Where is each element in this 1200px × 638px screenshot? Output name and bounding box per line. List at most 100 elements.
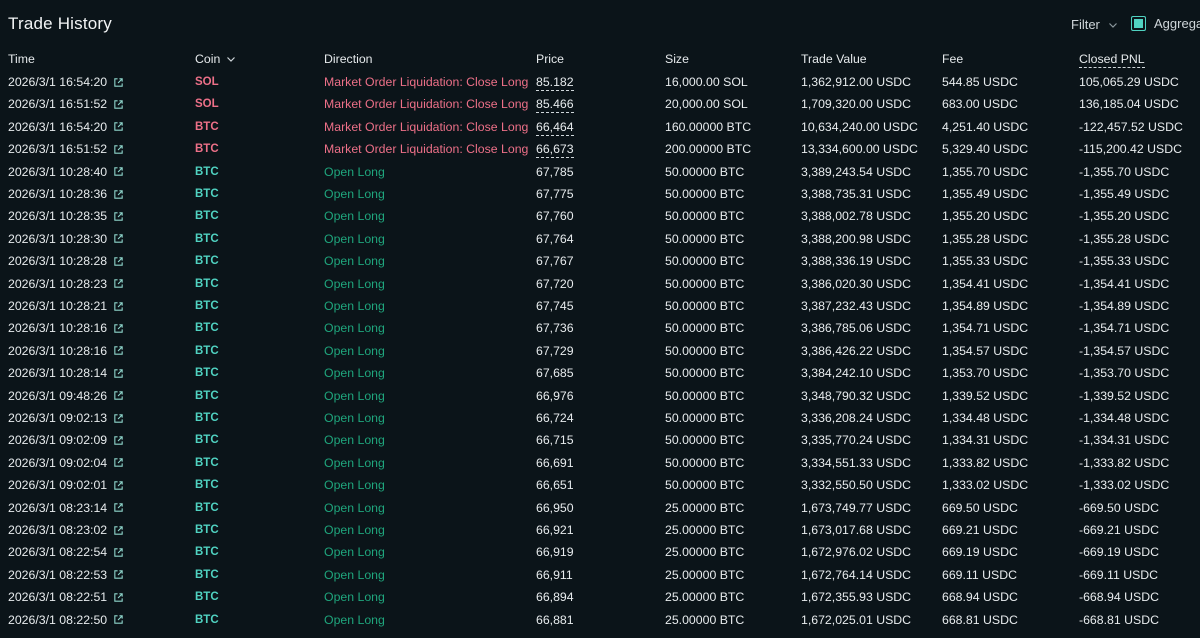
- coin-link[interactable]: BTC: [195, 205, 219, 227]
- coin-link[interactable]: BTC: [195, 362, 219, 384]
- trade-price: 66,673: [536, 138, 574, 160]
- coin-link[interactable]: BTC: [195, 497, 219, 519]
- external-link-icon[interactable]: [113, 166, 124, 177]
- external-link-icon[interactable]: [113, 121, 124, 132]
- coin-link[interactable]: BTC: [195, 295, 219, 317]
- external-link-icon[interactable]: [113, 256, 124, 267]
- trade-direction: Open Long: [324, 276, 385, 291]
- trade-direction: Open Long: [324, 545, 385, 560]
- aggregate-checkbox[interactable]: [1131, 16, 1146, 31]
- coin-link[interactable]: BTC: [195, 250, 219, 272]
- external-link-icon[interactable]: [113, 323, 124, 334]
- coin-link[interactable]: BTC: [195, 138, 219, 160]
- trade-value: 1,672,976.02 USDC: [801, 545, 912, 560]
- coin-link[interactable]: SOL: [195, 71, 219, 93]
- external-link-icon[interactable]: [113, 144, 124, 155]
- external-link-icon[interactable]: [113, 480, 124, 491]
- trade-time: 2026/3/1 10:28:30: [8, 228, 124, 250]
- coin-link[interactable]: BTC: [195, 385, 219, 407]
- aggregate-label: Aggregate: [1154, 16, 1200, 31]
- external-link-icon[interactable]: [113, 345, 124, 356]
- trade-price: 67,760: [536, 205, 574, 227]
- external-link-icon[interactable]: [113, 301, 124, 312]
- closed-pnl: -669.21 USDC: [1079, 523, 1159, 537]
- closed-pnl: -1,355.20 USDC: [1079, 209, 1170, 224]
- trade-direction: Open Long: [324, 254, 385, 269]
- trade-price: 66,651: [536, 474, 574, 496]
- external-link-icon[interactable]: [113, 390, 124, 401]
- coin-link[interactable]: BTC: [195, 183, 219, 205]
- trade-direction: Open Long: [324, 209, 385, 224]
- trade-time-text: 2026/3/1 16:51:52: [8, 142, 108, 157]
- table-row: 2026/3/1 08:22:50 BTC Open Long 66,881 25.00…: [0, 609, 1200, 631]
- coin-link[interactable]: BTC: [195, 474, 219, 496]
- table-header: Time Coin Direction Price Size Trade Val…: [0, 48, 1200, 70]
- column-header-coin[interactable]: Coin: [195, 48, 236, 70]
- coin-link[interactable]: BTC: [195, 116, 219, 138]
- coin-link[interactable]: SOL: [195, 93, 219, 115]
- coin-link[interactable]: BTC: [195, 519, 219, 541]
- coin-link[interactable]: BTC: [195, 161, 219, 183]
- aggregate-toggle[interactable]: Aggregate: [1131, 16, 1200, 31]
- external-link-icon[interactable]: [113, 592, 124, 603]
- external-link-icon[interactable]: [113, 211, 124, 222]
- trade-price-value[interactable]: 66,464: [536, 120, 574, 136]
- trade-price: 67,785: [536, 161, 574, 183]
- column-header-closed-pnl: Closed PNL: [1079, 48, 1145, 70]
- coin-link[interactable]: BTC: [195, 228, 219, 250]
- trade-price-value[interactable]: 66,673: [536, 142, 574, 159]
- trade-time-text: 2026/3/1 08:22:54: [8, 545, 108, 560]
- trade-price-value: 67,785: [536, 164, 574, 179]
- trade-time: 2026/3/1 08:23:14: [8, 497, 124, 519]
- coin-link[interactable]: BTC: [195, 317, 219, 339]
- external-link-icon[interactable]: [113, 457, 124, 468]
- filter-dropdown[interactable]: Filter: [1071, 17, 1118, 32]
- table-row: 2026/3/1 10:28:16 BTC Open Long 67,736 50.00…: [0, 317, 1200, 339]
- external-link-icon[interactable]: [113, 99, 124, 110]
- trade-direction: Open Long: [324, 388, 385, 403]
- external-link-icon[interactable]: [113, 435, 124, 446]
- trade-fee: 1,355.28 USDC: [942, 231, 1029, 246]
- trade-time-text: 2026/3/1 09:48:26: [8, 388, 108, 403]
- trade-time: 2026/3/1 08:22:53: [8, 564, 124, 586]
- external-link-icon[interactable]: [113, 189, 124, 200]
- external-link-icon[interactable]: [113, 502, 124, 513]
- coin-link[interactable]: BTC: [195, 541, 219, 563]
- trade-fee: 1,354.41 USDC: [942, 276, 1029, 291]
- trade-price-value[interactable]: 85.182: [536, 75, 574, 91]
- coin-link[interactable]: BTC: [195, 273, 219, 295]
- trade-time-text: 2026/3/1 09:02:04: [8, 455, 108, 470]
- trade-price-value: 66,911: [536, 567, 573, 582]
- external-link-icon[interactable]: [113, 547, 124, 558]
- trade-size: 50.00000 BTC: [665, 276, 745, 291]
- coin-link[interactable]: BTC: [195, 564, 219, 586]
- table-row: 2026/3/1 16:51:52 SOL Market Order Liquida…: [0, 93, 1200, 115]
- trade-time-text: 2026/3/1 10:28:30: [8, 231, 108, 246]
- external-link-icon[interactable]: [113, 233, 124, 244]
- column-header-direction: Direction: [324, 52, 373, 66]
- trade-time: 2026/3/1 08:23:02: [8, 519, 124, 541]
- external-link-icon[interactable]: [113, 77, 124, 88]
- trade-price-value[interactable]: 85.466: [536, 97, 574, 114]
- table-row: 2026/3/1 09:02:09 BTC Open Long 66,715 50.00…: [0, 429, 1200, 451]
- trade-direction: Open Long: [324, 523, 385, 537]
- external-link-icon[interactable]: [113, 413, 124, 424]
- external-link-icon[interactable]: [113, 525, 124, 536]
- trade-direction: Open Long: [324, 567, 385, 582]
- external-link-icon[interactable]: [113, 614, 124, 625]
- external-link-icon[interactable]: [113, 278, 124, 289]
- coin-link[interactable]: BTC: [195, 609, 219, 631]
- coin-link[interactable]: BTC: [195, 340, 219, 362]
- trade-price: 67,775: [536, 183, 574, 205]
- table-row: 2026/3/1 10:28:30 BTC Open Long 67,764 50.00…: [0, 228, 1200, 250]
- coin-link[interactable]: BTC: [195, 407, 219, 429]
- trade-fee: 668.81 USDC: [942, 612, 1018, 627]
- external-link-icon[interactable]: [113, 569, 124, 580]
- trade-size: 200.00000 BTC: [665, 142, 752, 157]
- coin-link[interactable]: BTC: [195, 586, 219, 608]
- external-link-icon[interactable]: [113, 368, 124, 379]
- trade-value: 1,709,320.00 USDC: [801, 97, 912, 112]
- trade-size: 50.00000 BTC: [665, 343, 745, 358]
- coin-link[interactable]: BTC: [195, 452, 219, 474]
- coin-link[interactable]: BTC: [195, 429, 219, 451]
